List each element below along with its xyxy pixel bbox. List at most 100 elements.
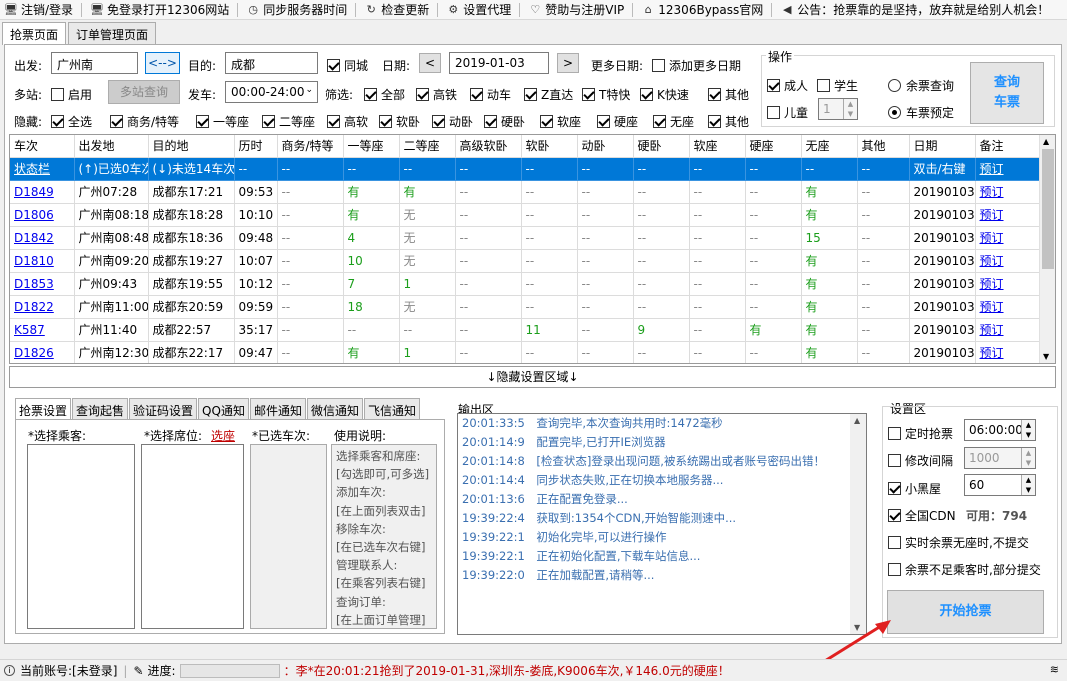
train-number-cell[interactable]: D1806 — [10, 203, 75, 227]
hide-checkbox-4[interactable]: 高软 — [327, 113, 368, 130]
table-row[interactable]: D1842 广州南08:48 成都东18:36 09:48 -- 4 无 -- -- -- -- --… — [10, 226, 1044, 250]
to-station-input[interactable]: 成都 — [225, 52, 318, 74]
settings-tab-4[interactable]: 邮件通知 — [249, 398, 306, 419]
train-number-cell[interactable]: K587 — [10, 318, 75, 342]
hide-checkbox-0[interactable]: 全选 — [51, 113, 92, 130]
adult-checkbox[interactable]: 成人 — [767, 77, 808, 94]
add-more-dates-checkbox[interactable]: 添加更多日期 — [652, 57, 741, 74]
no-seat-no-submit-checkbox[interactable]: 实时余票无座时,不提交 — [888, 534, 1029, 551]
table-row[interactable]: D1853 广州09:43 成都东19:55 10:12 -- 7 1 -- -- -- -- -- -… — [10, 272, 1044, 296]
child-count-stepper[interactable]: 1 ▲ ▼ — [818, 98, 858, 120]
reserve-link[interactable]: 预订 — [975, 203, 1044, 227]
table-row[interactable]: D1806 广州南08:18 成都东18:28 10:10 -- 有无 -- -- -- -- --… — [10, 203, 1044, 227]
settings-tab-0[interactable]: 抢票设置 — [15, 398, 72, 420]
train-number-cell[interactable]: D1853 — [10, 272, 75, 296]
from-station-input[interactable]: 广州南 — [51, 52, 138, 74]
timed-time-input[interactable]: 06:00:00 ▲ ▼ — [964, 419, 1036, 441]
swap-stations-button[interactable]: <--> — [145, 52, 180, 74]
national-cdn-checkbox[interactable]: 全国CDN — [888, 507, 956, 524]
passenger-list[interactable] — [27, 444, 135, 629]
column-header[interactable]: 一等座 — [343, 135, 400, 158]
column-header[interactable]: 目的地 — [148, 135, 235, 158]
hide-checkbox-7[interactable]: 硬卧 — [484, 113, 525, 130]
same-city-checkbox[interactable]: 同城 — [327, 57, 368, 74]
reserve-link[interactable]: 预订 — [975, 249, 1044, 273]
toolbar-item-2[interactable]: ◷ 同步服务器时间 — [246, 1, 347, 18]
column-header[interactable]: 备注 — [975, 135, 1044, 158]
train-number-cell[interactable]: D1826 — [10, 341, 75, 363]
table-row[interactable]: D1822 广州南11:00 成都东20:59 09:59 -- 18 无 -- -- -- -- -… — [10, 295, 1044, 319]
tab-order-management[interactable]: 订单管理页面 — [68, 22, 157, 44]
multi-station-query-button[interactable]: 多站查询 — [108, 80, 180, 104]
settings-tab-6[interactable]: 飞信通知 — [363, 398, 420, 419]
toolbar-item-0[interactable]: 🖥 注销/登录 — [4, 1, 73, 18]
column-header[interactable]: 硬卧 — [633, 135, 690, 158]
interval-checkbox[interactable]: 修改间隔 — [888, 452, 953, 469]
settings-tab-1[interactable]: 查询起售 — [72, 398, 129, 419]
column-header[interactable]: 日期 — [909, 135, 976, 158]
filter-checkbox-3[interactable]: Z直达 — [524, 86, 573, 103]
column-header[interactable]: 车次 — [10, 135, 75, 158]
grid-scrollbar[interactable]: ▲ ▼ — [1039, 135, 1055, 363]
settings-tab-2[interactable]: 验证码设置 — [129, 398, 198, 419]
reserve-link[interactable]: 预订 — [975, 295, 1044, 319]
hide-checkbox-5[interactable]: 软卧 — [379, 113, 420, 130]
reserve-link[interactable]: 预订 — [975, 318, 1044, 342]
date-input[interactable]: 2019-01-03 — [449, 52, 549, 74]
column-header[interactable]: 软卧 — [521, 135, 578, 158]
timed-checkbox[interactable]: 定时抢票 — [888, 425, 953, 442]
log-scrollbar[interactable]: ▲ ▼ — [850, 414, 866, 634]
filter-checkbox-2[interactable]: 动车 — [470, 86, 511, 103]
column-header[interactable]: 其他 — [857, 135, 910, 158]
train-number-cell[interactable]: D1849 — [10, 180, 75, 204]
table-row[interactable]: K587 广州11:40 成都22:57 35:17 -- -- -- -- 11 -- 9 -- 有有… — [10, 318, 1044, 342]
column-header[interactable]: 软座 — [689, 135, 746, 158]
filter-checkbox-4[interactable]: T特快 — [582, 86, 630, 103]
hide-checkbox-10[interactable]: 无座 — [653, 113, 694, 130]
start-grab-button[interactable]: 开始抢票 — [887, 590, 1044, 634]
hide-checkbox-6[interactable]: 动卧 — [432, 113, 473, 130]
column-header[interactable]: 历时 — [234, 135, 278, 158]
depart-time-select[interactable]: 00:00-24:00 ⌄ — [225, 81, 318, 103]
filter-checkbox-6[interactable]: 其他 — [708, 86, 749, 103]
toolbar-item-4[interactable]: ⚙ 设置代理 — [446, 1, 511, 18]
train-number-cell[interactable]: D1842 — [10, 226, 75, 250]
toolbar-item-6[interactable]: ⌂ 12306Bypass官网 — [641, 1, 763, 18]
output-log[interactable]: 20:01:33:5 查询完毕,本次查询共用时:1472毫秒 20:01:14:9… — [457, 413, 867, 635]
choose-seat-link[interactable]: 选座 — [211, 427, 235, 444]
column-header[interactable]: 高级软卧 — [455, 135, 522, 158]
selected-trains-list[interactable] — [250, 444, 327, 629]
reserve-link[interactable]: 预订 — [975, 272, 1044, 296]
seat-list[interactable] — [141, 444, 244, 629]
column-header[interactable]: 无座 — [801, 135, 858, 158]
settings-tab-5[interactable]: 微信通知 — [306, 398, 363, 419]
column-header[interactable]: 动卧 — [577, 135, 634, 158]
train-number-cell[interactable]: 状态栏 — [10, 157, 75, 181]
student-checkbox[interactable]: 学生 — [817, 77, 858, 94]
prev-date-button[interactable]: < — [419, 53, 441, 73]
column-header[interactable]: 出发地 — [74, 135, 149, 158]
table-row[interactable]: D1810 广州南09:20 成都东19:27 10:07 -- 10 无 -- -- -- -- -… — [10, 249, 1044, 273]
filter-checkbox-0[interactable]: 全部 — [364, 86, 405, 103]
blackroom-stepper[interactable]: 60 ▲ ▼ — [964, 474, 1036, 496]
table-row[interactable]: D1849 广州07:28 成都东17:21 09:53 -- 有有 -- -- -- -- -- -… — [10, 180, 1044, 204]
hide-checkbox-8[interactable]: 软座 — [540, 113, 581, 130]
tab-ticket-page[interactable]: 抢票页面 — [2, 22, 67, 45]
column-header[interactable]: 商务/特等 — [277, 135, 344, 158]
multi-station-enable-checkbox[interactable]: 启用 — [51, 86, 92, 103]
scrollbar-thumb[interactable] — [1042, 149, 1054, 269]
hide-checkbox-9[interactable]: 硬座 — [597, 113, 638, 130]
reserve-link[interactable]: 预订 — [975, 341, 1044, 363]
toolbar-item-5[interactable]: ♡ 赞助与注册VIP — [528, 1, 624, 18]
column-header[interactable]: 硬座 — [745, 135, 802, 158]
partial-submit-checkbox[interactable]: 余票不足乘客时,部分提交 — [888, 561, 1041, 578]
reserve-link[interactable]: 预订 — [975, 226, 1044, 250]
hide-checkbox-2[interactable]: 一等座 — [196, 113, 249, 130]
hide-checkbox-1[interactable]: 商务/特等 — [110, 113, 179, 130]
reserve-link[interactable]: 预订 — [975, 157, 1044, 181]
hide-settings-bar[interactable]: ↓隐藏设置区域↓ — [9, 366, 1056, 388]
train-number-cell[interactable]: D1810 — [10, 249, 75, 273]
interval-stepper[interactable]: 1000 ▲ ▼ — [964, 447, 1036, 469]
hide-checkbox-3[interactable]: 二等座 — [262, 113, 315, 130]
status-row[interactable]: 状态栏 (↑)已选0车次 (↓)未选14车次 -- -- -- -- -- -- -- -- -- --… — [10, 157, 1044, 181]
